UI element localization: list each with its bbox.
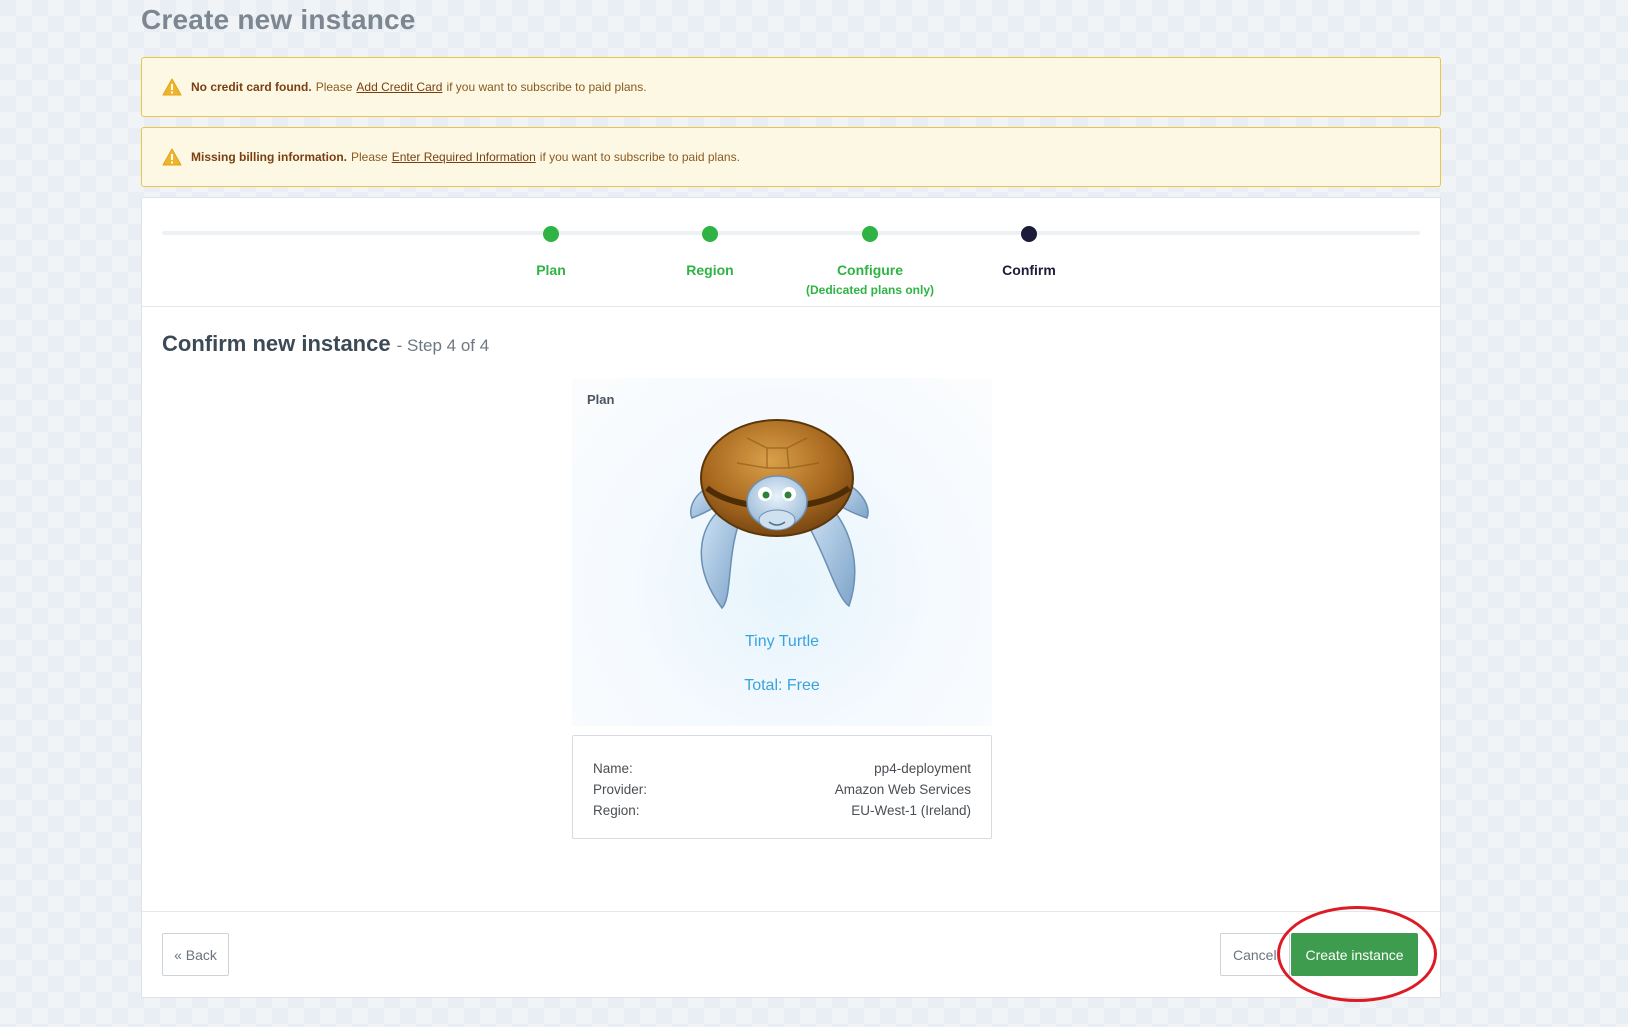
step-label: Confirm (1002, 262, 1056, 278)
detail-value: EU-West-1 (Ireland) (851, 803, 971, 818)
step-plan[interactable]: Plan (471, 226, 631, 278)
plan-name: Tiny Turtle (744, 633, 820, 650)
create-instance-button[interactable]: Create instance (1291, 933, 1418, 976)
alert-text: if you want to subscribe to paid plans. (446, 80, 647, 94)
back-button[interactable]: « Back (162, 933, 229, 976)
plan-label: Plan (587, 392, 615, 407)
step-dot (1021, 226, 1037, 242)
plan-total: Total: Free (744, 677, 820, 694)
add-credit-card-link[interactable]: Add Credit Card (356, 80, 442, 94)
wizard-steps: Plan Region Configure (Dedicated plans o… (142, 198, 1440, 307)
step-label: Configure (836, 262, 904, 278)
alert-text: Please (315, 80, 353, 94)
step-label: Region (686, 262, 734, 278)
step-indicator: - Step 4 of 4 (396, 336, 490, 355)
confirm-heading: Confirm new instance (162, 331, 391, 356)
alert-text: Please (351, 150, 388, 164)
page-title: Create new instance (141, 4, 416, 35)
alert-title: No credit card found. (191, 80, 312, 94)
step-region[interactable]: Region (630, 226, 790, 278)
warning-icon (162, 148, 182, 166)
alert-title: Missing billing information. (191, 150, 347, 164)
alert-missing-billing: Missing billing information. Please Ente… (141, 127, 1441, 187)
step-dot (702, 226, 718, 242)
step-sublabel: (Dedicated plans only) (805, 283, 935, 297)
detail-row-name: Name: pp4-deployment (593, 758, 971, 779)
wizard-panel: Plan Region Configure (Dedicated plans o… (141, 197, 1441, 998)
detail-row-provider: Provider: Amazon Web Services (593, 779, 971, 800)
warning-icon (162, 78, 182, 96)
wizard-footer: « Back Cancel Create instance (142, 911, 1440, 997)
detail-label: Provider: (593, 782, 648, 797)
step-configure[interactable]: Configure (Dedicated plans only) (790, 226, 950, 297)
cancel-button[interactable]: Cancel (1220, 933, 1290, 976)
turtle-mascot-icon (690, 419, 869, 610)
detail-label: Region: (593, 803, 640, 818)
step-dot (543, 226, 559, 242)
step-label: Plan (536, 262, 566, 278)
detail-row-region: Region: EU-West-1 (Ireland) (593, 800, 971, 821)
section-title: Confirm new instance - Step 4 of 4 (162, 331, 489, 357)
alert-no-credit-card: No credit card found. Please Add Credit … (141, 57, 1441, 117)
detail-value: pp4-deployment (874, 761, 971, 776)
detail-label: Name: (593, 761, 633, 776)
step-dot (862, 226, 878, 242)
step-confirm: Confirm (949, 226, 1109, 278)
plan-card: Plan Tiny Turtle Total: Free (572, 378, 992, 726)
alert-text: if you want to subscribe to paid plans. (539, 150, 740, 164)
instance-details: Name: pp4-deployment Provider: Amazon We… (572, 735, 992, 839)
enter-required-information-link[interactable]: Enter Required Information (392, 150, 536, 164)
detail-value: Amazon Web Services (834, 782, 971, 797)
